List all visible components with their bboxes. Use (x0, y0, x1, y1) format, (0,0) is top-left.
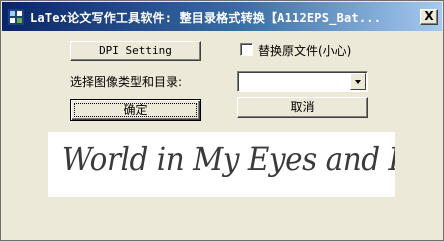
close-button[interactable]: X (420, 9, 438, 25)
focus-rectangle (74, 103, 197, 117)
app-window: LaTex论文写作工具软件: 整目录格式转换【A112EPS_Bat... X … (0, 0, 444, 241)
replace-original-checkbox[interactable] (240, 43, 253, 56)
banner-slogan: World in My Eyes and Brain (61, 140, 395, 178)
banner-image: World in My Eyes and Brain (48, 132, 395, 197)
ok-button[interactable]: 确定 (70, 99, 201, 121)
title-bar[interactable]: LaTex论文写作工具软件: 整目录格式转换【A112EPS_Bat... X (2, 2, 442, 31)
dpi-setting-button[interactable]: DPI Setting (70, 41, 201, 61)
app-icon (8, 9, 24, 25)
chevron-down-icon (355, 80, 361, 84)
image-type-combobox[interactable] (237, 71, 368, 92)
close-icon: X (424, 9, 434, 23)
replace-original-label: 替换原文件(小心) (258, 44, 352, 58)
window-title: LaTex论文写作工具软件: 整目录格式转换【A112EPS_Bat... (30, 11, 382, 25)
image-type-label: 选择图像类型和目录: (70, 75, 183, 89)
dropdown-button[interactable] (350, 73, 366, 90)
cancel-button[interactable]: 取消 (237, 97, 368, 118)
